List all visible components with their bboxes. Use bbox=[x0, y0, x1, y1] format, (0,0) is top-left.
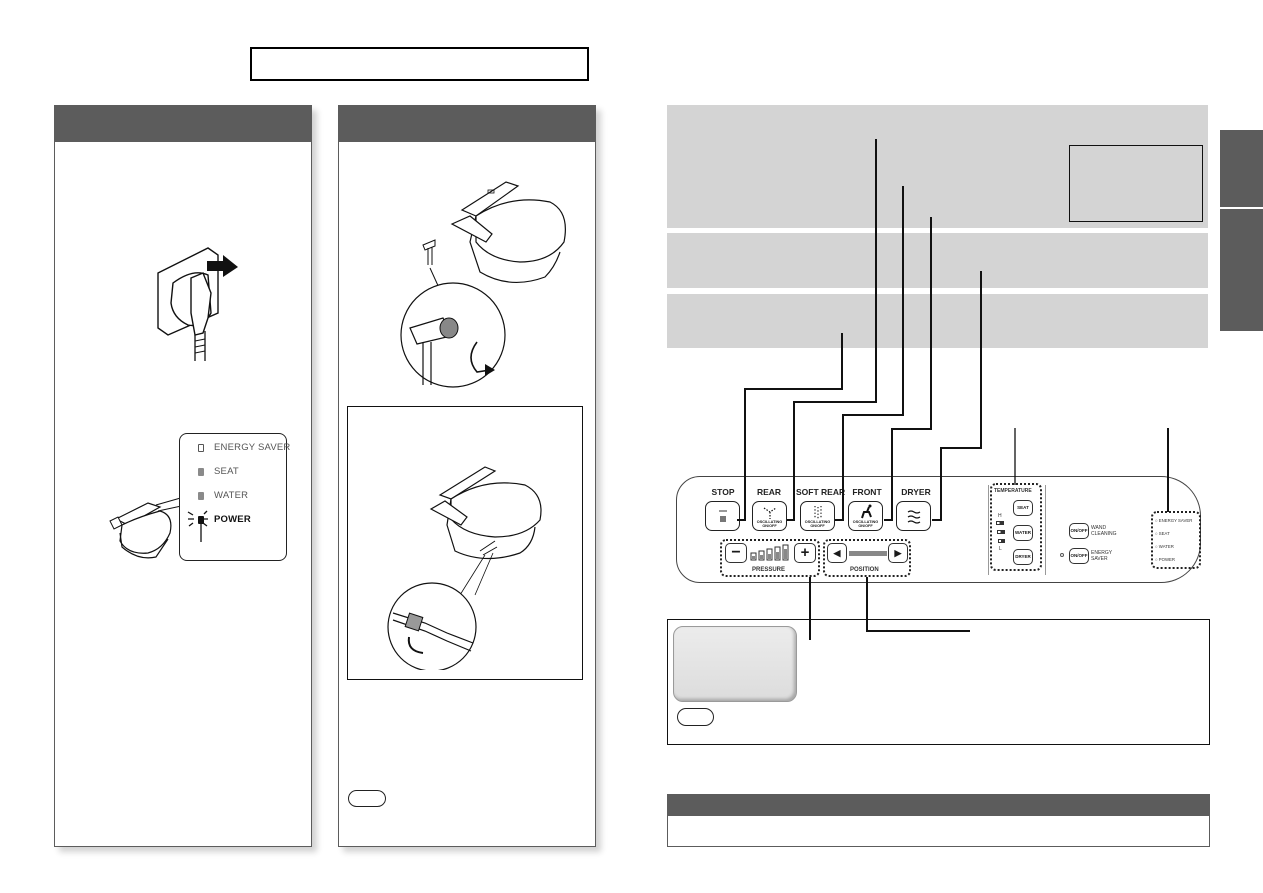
energy-saver-label: ENERGY SAVER bbox=[1091, 550, 1113, 562]
title-box bbox=[250, 47, 589, 81]
energy-saver-led-icon bbox=[1060, 553, 1064, 557]
pressure-fill-4 bbox=[776, 552, 779, 559]
filter-illustration bbox=[387, 466, 542, 670]
pressure-fill-2 bbox=[760, 555, 763, 559]
seat-temp-button[interactable]: SEAT bbox=[1013, 500, 1033, 516]
divider bbox=[988, 485, 989, 575]
pressure-fill-1 bbox=[752, 556, 755, 559]
dryer-label: DRYER bbox=[901, 487, 931, 497]
pressure-level-bars bbox=[750, 544, 789, 561]
position-track bbox=[849, 551, 887, 556]
front-button[interactable]: OSCILLATING ON/OFF bbox=[848, 501, 883, 531]
temperature-label: TEMPERATURE bbox=[994, 488, 1032, 494]
pressure-decrease-button[interactable]: − bbox=[725, 543, 747, 563]
power-plug-illustration bbox=[157, 247, 238, 361]
temp-level-mid bbox=[997, 530, 1005, 534]
indicator-power: ○ POWER bbox=[1155, 557, 1176, 562]
pressure-increase-button[interactable]: + bbox=[794, 543, 816, 563]
water-supply-panel-header bbox=[339, 106, 595, 142]
rear-spray-icon bbox=[763, 507, 777, 519]
water-temp-button[interactable]: WATER bbox=[1013, 525, 1033, 541]
temp-level-low bbox=[998, 539, 1005, 543]
pressure-fill-5 bbox=[784, 549, 787, 559]
dryer-button[interactable] bbox=[896, 501, 931, 531]
stop-icon bbox=[719, 510, 727, 522]
info-band-1-box bbox=[1069, 145, 1203, 222]
bottom-info-header bbox=[668, 795, 1209, 816]
temp-level-high bbox=[996, 521, 1004, 525]
power-panel-header bbox=[55, 106, 311, 142]
energy-saver-button[interactable]: ON/OFF bbox=[1069, 548, 1089, 564]
stop-label: STOP bbox=[711, 487, 735, 497]
section-tab-2[interactable] bbox=[1220, 209, 1263, 331]
indicator-light-icon bbox=[198, 492, 204, 500]
info-band-2 bbox=[667, 233, 1208, 288]
rear-label: REAR bbox=[756, 487, 782, 497]
bottom-info-box bbox=[667, 794, 1210, 847]
wand-cleaning-label: WAND CLEANING bbox=[1091, 525, 1117, 537]
indicator-energy-saver: ○ ENERGY SAVER bbox=[1155, 518, 1193, 523]
wand-cleaning-button[interactable]: ON/OFF bbox=[1069, 523, 1089, 539]
front-spray-icon bbox=[861, 504, 872, 519]
soft-rear-label: SOFT REAR bbox=[796, 487, 846, 497]
info-note-pill bbox=[677, 708, 714, 726]
position-label: POSITION bbox=[850, 567, 879, 573]
indicator-light-icon bbox=[198, 468, 204, 476]
indicator-light-icon bbox=[198, 444, 204, 452]
stop-button[interactable] bbox=[705, 501, 740, 531]
toilet-small-illustration bbox=[109, 497, 186, 559]
divider bbox=[1045, 485, 1046, 575]
info-chip bbox=[673, 626, 797, 702]
rear-button[interactable]: OSCILLATING ON/OFF bbox=[752, 501, 787, 531]
dryer-temp-button[interactable]: DRYER bbox=[1013, 549, 1033, 565]
info-band-3 bbox=[667, 294, 1208, 348]
supply-valve-illustration bbox=[400, 239, 506, 388]
note-pill bbox=[348, 790, 386, 807]
position-back-button[interactable]: ◀ bbox=[827, 543, 847, 563]
dryer-icon bbox=[907, 510, 921, 524]
position-forward-button[interactable]: ▶ bbox=[888, 543, 908, 563]
front-label: FRONT bbox=[852, 487, 882, 497]
section-tab-1[interactable] bbox=[1220, 130, 1263, 207]
indicator-seat: ○ SEAT bbox=[1155, 531, 1170, 536]
soft-rear-spray-icon bbox=[814, 506, 822, 519]
pressure-fill-3 bbox=[768, 554, 771, 559]
temperature-high-label: H bbox=[998, 513, 1002, 519]
pressure-label: PRESSURE bbox=[752, 567, 786, 573]
soft-rear-button[interactable]: OSCILLATING ON/OFF bbox=[800, 501, 835, 531]
temperature-low-label: L bbox=[999, 546, 1002, 552]
indicator-water: ○ WATER bbox=[1155, 544, 1174, 549]
blink-rays-icon bbox=[187, 510, 208, 542]
